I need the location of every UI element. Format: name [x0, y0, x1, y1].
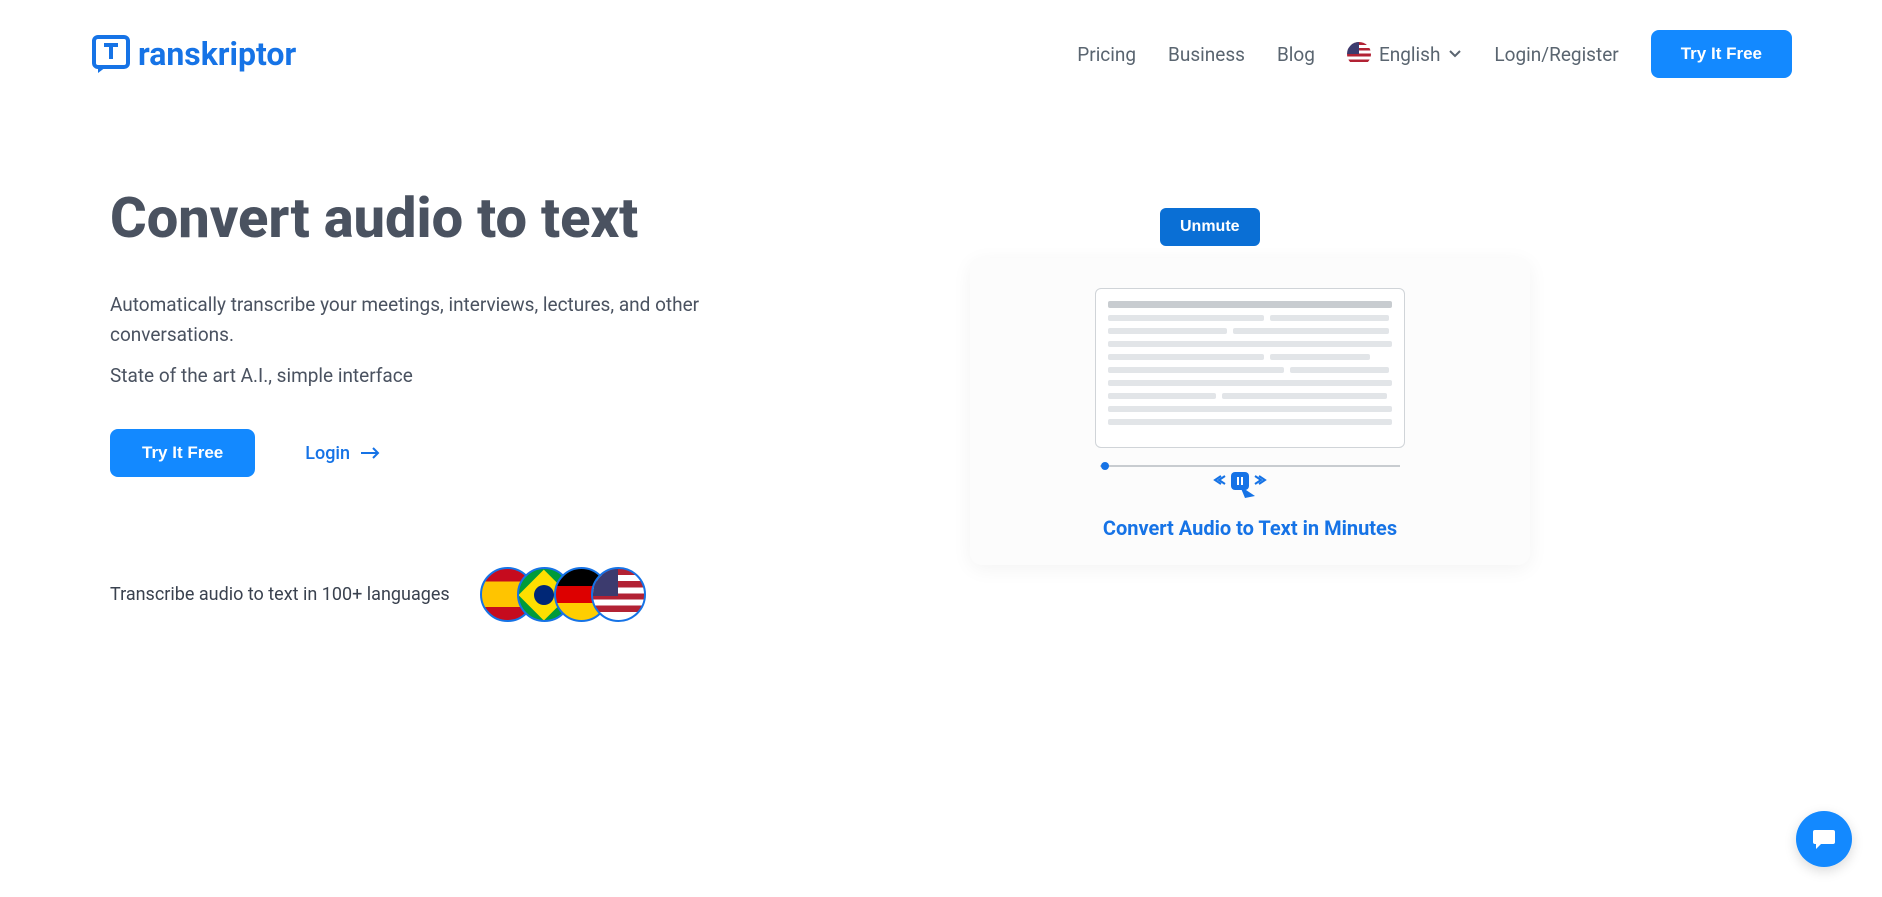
- flag-group: [480, 567, 646, 622]
- nav: Pricing Business Blog English Login/Regi…: [1077, 30, 1792, 78]
- video-title: Convert Audio to Text in Minutes: [1103, 516, 1397, 540]
- hero-title: Convert audio to text: [110, 188, 790, 250]
- video-section: Unmute: [870, 188, 1792, 622]
- transcript-preview: [1095, 288, 1405, 448]
- logo-icon: [90, 33, 132, 75]
- unmute-button[interactable]: Unmute: [1160, 208, 1260, 246]
- usa-flag-icon: [591, 567, 646, 622]
- nav-login-register[interactable]: Login/Register: [1494, 43, 1618, 66]
- main: Convert audio to text Automatically tran…: [0, 108, 1882, 622]
- cta-row: Try It Free Login: [110, 429, 790, 477]
- arrow-right-icon: [360, 446, 382, 460]
- header: ranskriptor Pricing Business Blog Englis…: [0, 0, 1882, 108]
- chat-widget-button[interactable]: [1796, 811, 1852, 867]
- logo-text: ranskriptor: [138, 35, 296, 73]
- hero-description: Automatically transcribe your meetings, …: [110, 290, 790, 351]
- login-link[interactable]: Login: [305, 443, 382, 464]
- try-free-button-hero[interactable]: Try It Free: [110, 429, 255, 477]
- language-text: English: [1379, 43, 1440, 66]
- logo[interactable]: ranskriptor: [90, 33, 296, 75]
- login-text: Login: [305, 443, 350, 464]
- try-free-button-header[interactable]: Try It Free: [1651, 30, 1792, 78]
- player-controls-icon: [1095, 458, 1405, 498]
- language-selector[interactable]: English: [1347, 42, 1462, 66]
- chevron-down-icon: [1448, 47, 1462, 61]
- nav-pricing[interactable]: Pricing: [1077, 43, 1136, 66]
- video-card[interactable]: Convert Audio to Text in Minutes: [970, 258, 1530, 565]
- hero-section: Convert audio to text Automatically tran…: [110, 188, 790, 622]
- language-feature-text: Transcribe audio to text in 100+ languag…: [110, 584, 450, 605]
- hero-subtext: State of the art A.I., simple interface: [110, 364, 790, 387]
- chat-icon: [1811, 826, 1837, 852]
- nav-blog[interactable]: Blog: [1277, 43, 1315, 66]
- us-flag-icon: [1347, 42, 1371, 66]
- nav-business[interactable]: Business: [1168, 43, 1245, 66]
- language-feature: Transcribe audio to text in 100+ languag…: [110, 567, 790, 622]
